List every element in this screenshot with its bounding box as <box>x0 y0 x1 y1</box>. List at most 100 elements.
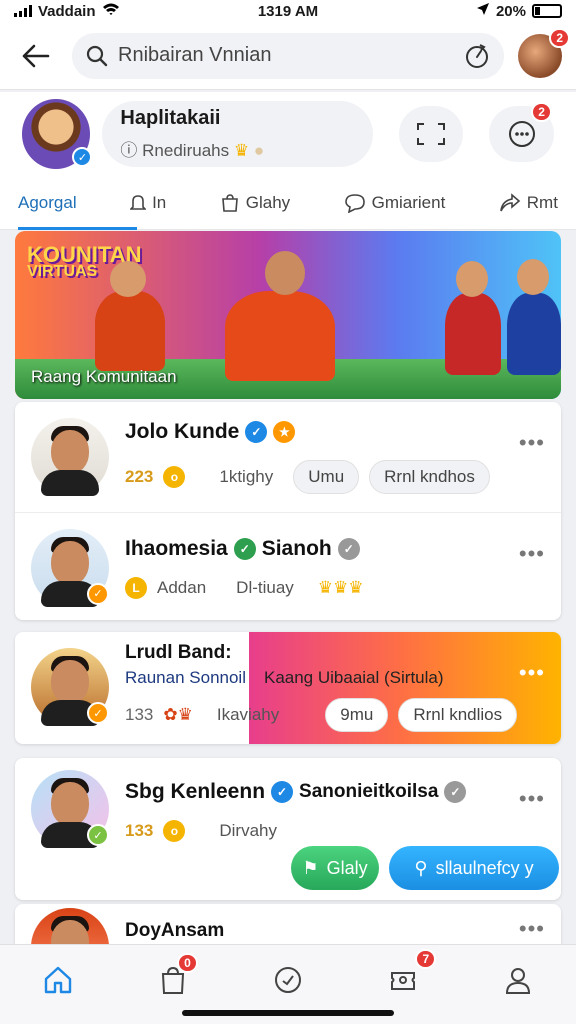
coin-icon: L <box>125 576 147 599</box>
search-bar[interactable] <box>72 32 504 79</box>
tab-glahy[interactable]: Glahy <box>220 176 290 230</box>
comment-icon <box>344 193 365 213</box>
nav-shop[interactable]: 0 <box>148 953 198 1005</box>
list-item[interactable]: ✓ Ihaomesia ✓ Sianoh ✓ L Addan Dl-tiuay … <box>15 512 561 620</box>
action-button-blue[interactable]: ⚲ sllaulnefcy y <box>389 846 559 890</box>
search-icon <box>86 45 108 66</box>
location-icon <box>476 2 490 20</box>
banner-head <box>456 261 488 297</box>
search-input[interactable] <box>118 44 454 67</box>
coin-icon: o <box>163 466 186 488</box>
nav-activity[interactable] <box>263 955 313 1005</box>
banner-caption: Raang Komunitaan <box>31 367 177 386</box>
profile-header: ✓ Haplitakaii ⓘ Rnediruahs ♛ ● 2 <box>0 92 576 176</box>
user-card: Jolo Kunde ✓ ★ 223 o 1ktighy Umu Rrnl kn… <box>15 402 561 620</box>
share-icon <box>499 192 521 211</box>
list-item[interactable]: Jolo Kunde ✓ ★ 223 o 1ktighy Umu Rrnl kn… <box>15 402 561 512</box>
list-item[interactable]: ✓ Lrudl Band: Raunan Sonnoil Kaang Uibaa… <box>15 632 561 742</box>
user-score: 223 <box>125 467 154 486</box>
profile-name-card[interactable]: Haplitakaii ⓘ Rnediruahs ♛ ● <box>102 101 373 167</box>
chip-button[interactable]: 9mu <box>325 698 389 732</box>
verified-icon: ✓ <box>444 781 467 803</box>
tab-gmiarient[interactable]: Gmiarient <box>344 176 446 230</box>
profile-subtitle: Rnediruahs <box>142 141 230 160</box>
chip-button[interactable]: Rrnl kndhos <box>369 460 490 494</box>
nav-tickets[interactable]: 7 <box>378 949 437 1005</box>
banner-head <box>517 259 549 295</box>
user-name: Sbg Kenleenn <box>125 780 266 803</box>
coin-icon: o <box>163 820 186 842</box>
tab-label: Agorgal <box>18 192 77 212</box>
more-icon[interactable]: ••• <box>519 786 545 812</box>
user-name: Ihaomesia <box>125 536 228 560</box>
banner-head <box>265 251 305 295</box>
tab-in[interactable]: In <box>130 176 166 230</box>
verified-icon: ✓ <box>245 421 268 443</box>
bell-icon <box>130 194 147 210</box>
check-badge-icon: ✓ <box>87 582 109 605</box>
user-name-extra: Sanonieitkoilsa <box>299 781 439 802</box>
status-bar: Vaddain 1319 AM 20% <box>0 0 576 22</box>
banner-person <box>445 293 501 375</box>
user-score: 133 <box>125 821 154 840</box>
avatar[interactable]: ✓ <box>31 648 109 726</box>
refresh-icon[interactable] <box>464 43 490 69</box>
wifi-icon <box>102 2 120 20</box>
banner-person <box>507 293 561 375</box>
battery-icon <box>532 4 562 18</box>
user-card: ✓ Lrudl Band: Raunan Sonnoil Kaang Uibaa… <box>15 632 561 744</box>
chip-button[interactable]: Umu <box>293 460 360 494</box>
chip-button[interactable]: Rrnl kndlios <box>398 698 518 732</box>
flag-icon: ⚑ <box>302 857 319 878</box>
user-name: Jolo Kunde <box>125 420 240 443</box>
home-indicator <box>182 1010 394 1016</box>
verified-icon: ✓ <box>72 147 93 167</box>
crown-icon: ♛♛♛ <box>317 577 364 597</box>
arrow-left-icon <box>22 44 50 67</box>
more-icon[interactable]: ••• <box>519 430 545 456</box>
more-icon[interactable]: ••• <box>519 541 545 567</box>
user-name: Lrudl Band: <box>125 642 232 663</box>
avatar[interactable] <box>31 418 109 496</box>
nav-profile[interactable] <box>493 955 543 1005</box>
crown-icon: ♛ <box>233 141 250 160</box>
user-name-extra: Sianoh <box>261 536 332 560</box>
star-badge-icon: ★ <box>273 421 296 443</box>
user-subline: Raunan Sonnoil <box>125 668 246 687</box>
promo-text: Kaang Uibaaial (Sirtula) <box>263 668 444 687</box>
tab-label: Glahy <box>245 192 291 212</box>
more-icon[interactable]: ••• <box>519 916 545 942</box>
tab-label: Gmiarient <box>371 192 446 212</box>
options-badge: 2 <box>531 102 552 122</box>
user-meta: Dl-tiuay <box>236 577 294 597</box>
ticket-icon <box>391 972 416 990</box>
verified-icon: ✓ <box>337 537 360 560</box>
leaf-icon: ✓ <box>233 537 256 560</box>
scan-button[interactable] <box>398 106 464 162</box>
back-button[interactable] <box>14 34 58 78</box>
carrier-label: Vaddain <box>38 2 96 20</box>
account-avatar[interactable]: 2 <box>518 27 570 78</box>
avatar[interactable]: ✓ <box>31 770 109 848</box>
tab-rmt[interactable]: Rmt <box>499 176 558 230</box>
bag-icon <box>221 193 238 212</box>
tab-agorgal[interactable]: Agorgal <box>18 176 136 230</box>
action-button-green[interactable]: ⚑ Glaly <box>291 846 379 890</box>
tab-label: In <box>152 192 167 212</box>
nav-home[interactable] <box>33 955 83 1005</box>
banner-head <box>110 261 146 297</box>
ticket-badge: 7 <box>415 949 437 969</box>
avatar[interactable]: ✓ <box>31 528 109 607</box>
shop-badge: 0 <box>177 953 198 973</box>
status-time: 1319 AM <box>257 2 319 20</box>
profile-name: Haplitakaii <box>120 107 221 129</box>
community-banner[interactable]: KOUNITAN VIRTUAS Raang Komunitaan <box>15 231 561 399</box>
more-options-button[interactable]: 2 <box>489 102 554 162</box>
profile-avatar[interactable]: ✓ <box>22 99 93 169</box>
tab-bar: Agorgal In Glahy Gmiarient Rmt <box>0 176 576 230</box>
home-icon <box>44 966 71 994</box>
user-icon <box>506 968 531 994</box>
medal-icon: ● <box>253 141 265 160</box>
verified-icon: ✓ <box>271 781 294 803</box>
scan-icon <box>417 123 446 145</box>
